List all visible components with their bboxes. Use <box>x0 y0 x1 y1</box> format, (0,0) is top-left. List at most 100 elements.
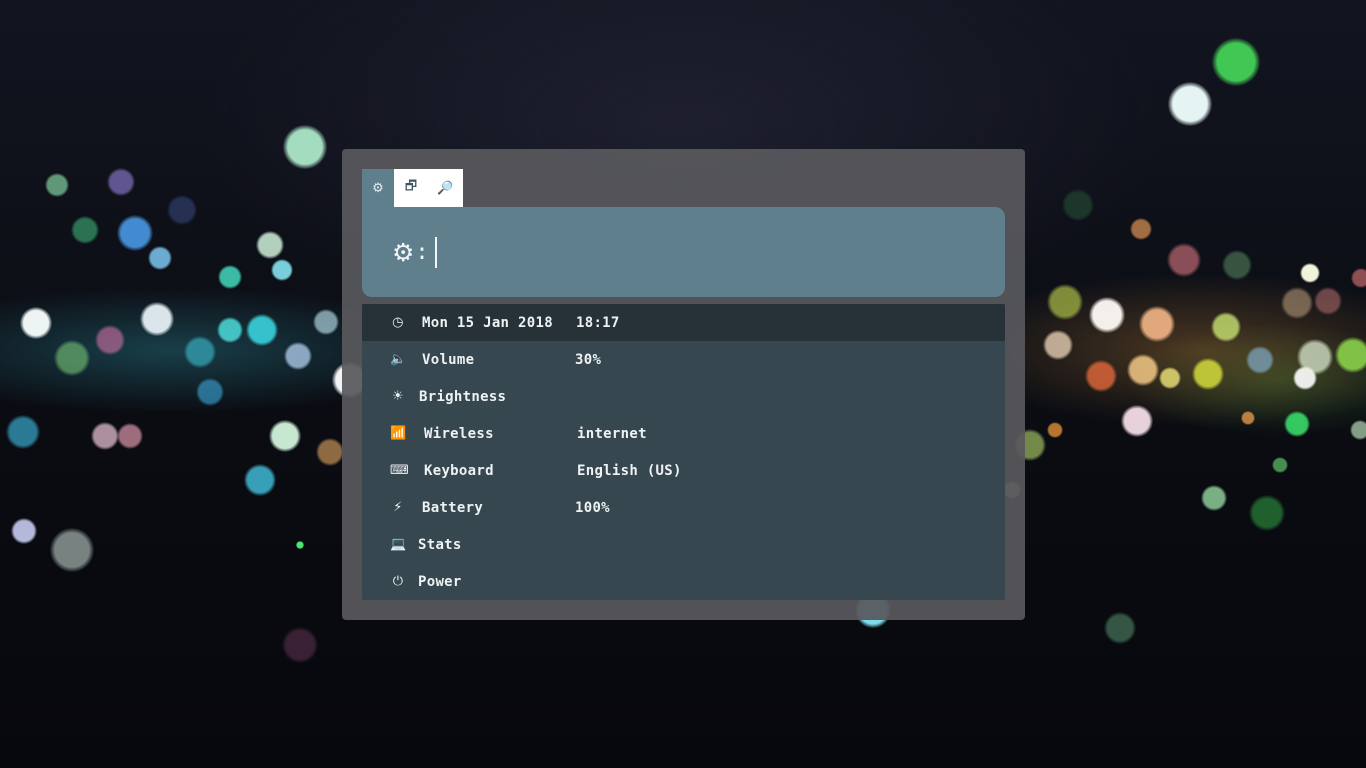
bokeh-orb <box>1201 485 1227 511</box>
bokeh-orb <box>256 231 284 259</box>
bokeh-orb <box>1127 354 1159 386</box>
bokeh-orb <box>1284 411 1310 437</box>
bokeh-orb <box>218 265 242 289</box>
bokeh-orb <box>1047 422 1063 438</box>
bokeh-orb <box>316 438 344 466</box>
gear-icon: ⚙ <box>392 237 415 267</box>
bokeh-orb <box>1168 82 1212 126</box>
bokeh-orb <box>6 415 40 449</box>
bokeh-orb <box>117 215 153 251</box>
bokeh-orb <box>1043 330 1073 360</box>
prompt-separator: : <box>415 239 429 265</box>
bokeh-orb <box>1085 360 1117 392</box>
bokeh-orb <box>269 420 301 452</box>
bokeh-orb <box>1167 243 1201 277</box>
clock-icon: ◷ <box>392 315 404 330</box>
menu-item-brightness[interactable]: ☀ Brightness <box>362 378 1005 415</box>
menu-item-label: Mon 15 Jan 2018 <box>422 314 553 331</box>
mode-tabs: ⚙ 🗗 🔎 <box>362 169 463 207</box>
menu-item-value: internet <box>577 425 647 442</box>
bokeh-orb <box>244 464 276 496</box>
menu-item-volume[interactable]: 🔈 Volume 30% <box>362 341 1005 378</box>
bokeh-orb <box>1192 358 1224 390</box>
brightness-icon: ☀ <box>392 389 404 404</box>
bokeh-orb <box>1211 312 1241 342</box>
bokeh-orb <box>313 309 339 335</box>
tab-window-switcher[interactable]: 🗗 <box>394 169 428 207</box>
menu-item-keyboard[interactable]: ⌨ Keyboard English (US) <box>362 452 1005 489</box>
text-caret <box>434 236 437 268</box>
bokeh-orb <box>11 518 37 544</box>
bokeh-orb <box>1062 189 1094 221</box>
bokeh-orb <box>1300 263 1320 283</box>
bokeh-orb <box>91 422 119 450</box>
gear-icon: ⚙ <box>372 180 384 196</box>
menu-item-label: Power <box>418 573 462 590</box>
menu-item-value: English (US) <box>577 462 682 479</box>
laptop-icon: 💻 <box>390 537 407 552</box>
menu-item-label: Stats <box>418 536 462 553</box>
bokeh-orb <box>107 168 135 196</box>
bokeh-orb <box>1246 346 1274 374</box>
menu-item-label: Volume <box>422 351 475 368</box>
bokeh-orb <box>140 302 174 336</box>
bokeh-orb <box>284 342 312 370</box>
launcher-window: ⚙ 🗗 🔎 ⚙ : ◷ Mon 15 Jan 2018 18:17 🔈 Volu… <box>342 149 1025 620</box>
settings-menu-list: ◷ Mon 15 Jan 2018 18:17 🔈 Volume 30% ☀ B… <box>362 304 1005 600</box>
menu-item-datetime[interactable]: ◷ Mon 15 Jan 2018 18:17 <box>362 304 1005 341</box>
bokeh-orb <box>50 528 94 572</box>
bokeh-orb <box>1121 405 1153 437</box>
tab-settings[interactable]: ⚙ <box>362 169 394 207</box>
keyboard-icon: ⌨ <box>390 463 410 478</box>
bokeh-orb <box>1272 457 1288 473</box>
bokeh-orb <box>246 314 278 346</box>
bokeh-orb <box>20 307 52 339</box>
prompt-bar[interactable]: ⚙ : <box>362 207 1005 297</box>
bokeh-orb <box>1047 284 1083 320</box>
bokeh-orb <box>1241 411 1255 425</box>
window-switcher-icon: 🗗 <box>404 179 418 194</box>
bokeh-orb <box>196 378 224 406</box>
menu-item-value: 100% <box>575 499 610 516</box>
menu-item-label: Brightness <box>419 388 507 405</box>
bokeh-orb <box>54 340 90 376</box>
bokeh-orb <box>148 246 172 270</box>
menu-item-label: Wireless <box>424 425 494 442</box>
tab-search[interactable]: 🔎 <box>428 169 463 207</box>
bokeh-orb <box>1281 287 1313 319</box>
bokeh-orb <box>1314 287 1342 315</box>
menu-item-battery[interactable]: ⚡ Battery 100% <box>362 489 1005 526</box>
bokeh-orb <box>95 325 125 355</box>
bokeh-orb <box>45 173 69 197</box>
menu-item-label: Battery <box>422 499 484 516</box>
bokeh-orb <box>184 336 216 368</box>
bokeh-orb <box>1335 337 1366 373</box>
bokeh-orb <box>283 125 327 169</box>
search-icon: 🔎 <box>437 180 454 196</box>
bokeh-orb <box>1139 306 1175 342</box>
menu-item-value: 30% <box>575 351 602 368</box>
bokeh-orb <box>1159 367 1181 389</box>
volume-icon: 🔈 <box>390 352 407 367</box>
menu-item-power[interactable]: ⏻ Power <box>362 563 1005 600</box>
menu-item-stats[interactable]: 💻 Stats <box>362 526 1005 563</box>
battery-charging-icon: ⚡ <box>393 500 403 515</box>
bokeh-orb <box>1297 339 1333 375</box>
bokeh-orb <box>271 259 293 281</box>
bokeh-orb <box>1350 420 1366 440</box>
bokeh-orb <box>167 195 197 225</box>
bokeh-orb <box>296 541 304 549</box>
bokeh-orb <box>282 627 318 663</box>
bokeh-orb <box>1351 268 1366 288</box>
menu-item-label: Keyboard <box>424 462 494 479</box>
bokeh-orb <box>71 216 99 244</box>
bokeh-orb <box>1293 366 1317 390</box>
bokeh-orb <box>1130 218 1152 240</box>
bokeh-orb <box>1212 38 1260 86</box>
power-icon: ⏻ <box>392 574 404 589</box>
bokeh-orb <box>1104 612 1136 644</box>
bokeh-orb <box>1222 250 1252 280</box>
bokeh-orb <box>1089 297 1125 333</box>
menu-item-wireless[interactable]: 📶 Wireless internet <box>362 415 1005 452</box>
menu-item-value: 18:17 <box>576 314 620 331</box>
